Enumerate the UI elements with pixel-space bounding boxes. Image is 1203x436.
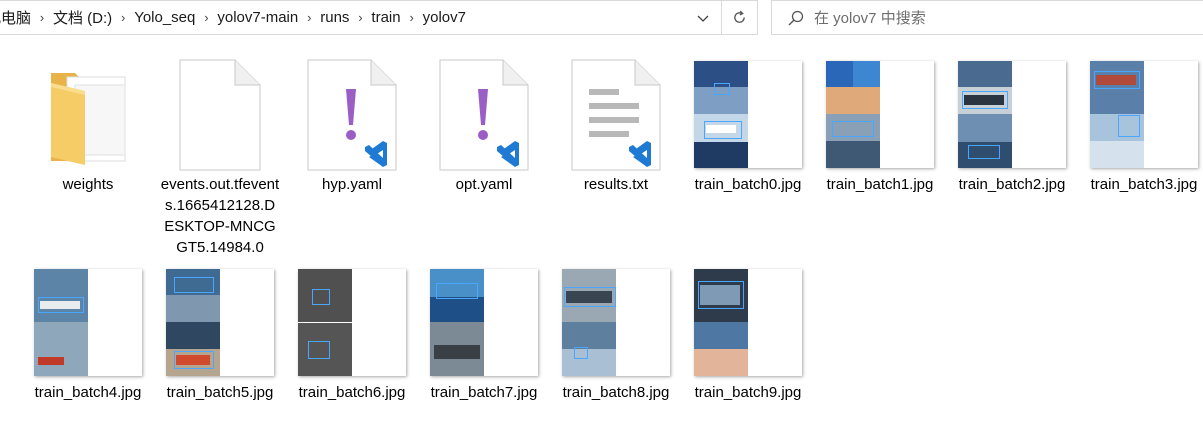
- file-name: train_batch1.jpg: [826, 176, 934, 193]
- chevron-right-icon[interactable]: ›: [349, 10, 371, 25]
- file-name: hyp.yaml: [321, 176, 383, 193]
- folder-icon: [28, 57, 148, 172]
- file-name: train_batch8.jpg: [562, 384, 670, 401]
- address-bar[interactable]: 此电脑 › 文档 (D:) › Yolo_seq › yolov7-main ›…: [0, 0, 722, 35]
- file-name: train_batch4.jpg: [34, 384, 142, 401]
- image-thumbnail: [1084, 57, 1203, 172]
- breadcrumb-yolov7[interactable]: yolov7: [423, 9, 466, 26]
- image-thumbnail: [160, 265, 280, 380]
- image-thumbnail: [424, 265, 544, 380]
- image-thumbnail: [556, 265, 676, 380]
- file-name: results.txt: [583, 176, 649, 193]
- image-thumbnail: [28, 265, 148, 380]
- breadcrumb-runs[interactable]: runs: [320, 9, 349, 26]
- breadcrumb-this-pc[interactable]: 此电脑: [0, 7, 31, 28]
- generic-file-icon: [160, 57, 280, 172]
- file-name: train_batch0.jpg: [694, 176, 802, 193]
- search-icon: [788, 10, 804, 25]
- breadcrumb-yolov7-main[interactable]: yolov7-main: [217, 9, 298, 26]
- refresh-icon: [734, 10, 745, 23]
- search-placeholder[interactable]: 在 yolov7 中搜索: [814, 7, 926, 28]
- explorer-toolbar: 此电脑 › 文档 (D:) › Yolo_seq › yolov7-main ›…: [0, 0, 1203, 37]
- chevron-right-icon[interactable]: ›: [31, 10, 53, 25]
- vscode-text-file-icon: [556, 57, 676, 172]
- address-history-dropdown[interactable]: [684, 1, 721, 34]
- refresh-button[interactable]: [722, 0, 758, 35]
- breadcrumb-yolo-seq[interactable]: Yolo_seq: [134, 9, 195, 26]
- file-name: weights: [62, 176, 114, 193]
- image-thumbnail: [820, 57, 940, 172]
- chevron-right-icon[interactable]: ›: [195, 10, 217, 25]
- chevron-down-icon: [697, 15, 709, 22]
- file-name: events.out.tfevents.1665412128.DESKTOP-M…: [160, 176, 280, 256]
- file-name: train_batch7.jpg: [430, 384, 538, 401]
- file-name: train_batch6.jpg: [298, 384, 406, 401]
- file-name: opt.yaml: [455, 176, 513, 193]
- chevron-right-icon[interactable]: ›: [401, 10, 423, 25]
- image-thumbnail: [688, 265, 808, 380]
- file-name: train_batch9.jpg: [694, 384, 802, 401]
- image-thumbnail: [688, 57, 808, 172]
- file-name: train_batch2.jpg: [958, 176, 1066, 193]
- breadcrumb-train[interactable]: train: [371, 9, 400, 26]
- breadcrumb-drive-d[interactable]: 文档 (D:): [53, 7, 112, 28]
- search-box[interactable]: 在 yolov7 中搜索: [771, 0, 1203, 35]
- image-thumbnail: [952, 57, 1072, 172]
- vscode-yaml-icon: [292, 57, 412, 172]
- vscode-yaml-icon: [424, 57, 544, 172]
- file-name: train_batch3.jpg: [1090, 176, 1198, 193]
- chevron-right-icon[interactable]: ›: [112, 10, 134, 25]
- chevron-right-icon[interactable]: ›: [298, 10, 320, 25]
- file-name: train_batch5.jpg: [166, 384, 274, 401]
- image-thumbnail: [292, 265, 412, 380]
